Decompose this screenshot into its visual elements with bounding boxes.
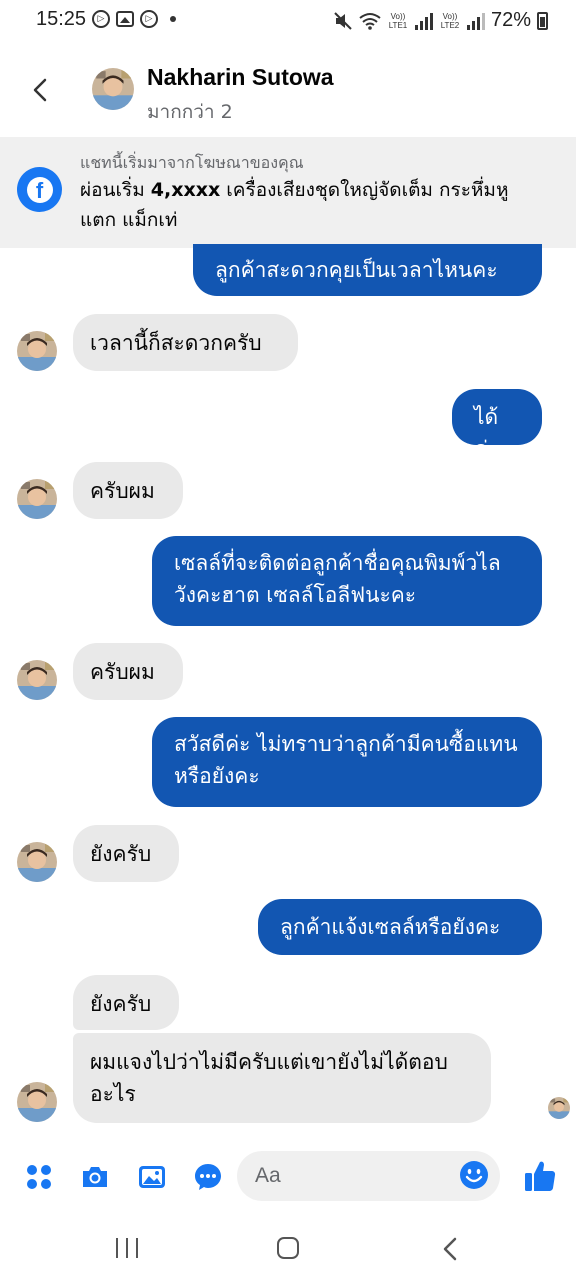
message-incoming[interactable]: เวลานี้ก็สะดวกครับ: [73, 314, 298, 371]
ad-text-prefix: ผ่อนเริ่ม: [80, 179, 151, 201]
sim1-label: Vo)) LTE1: [388, 11, 408, 30]
contact-avatar-small[interactable]: [17, 842, 57, 882]
system-status-icons: Vo)) LTE1 Vo)) LTE2 72%: [333, 9, 548, 32]
ad-caption: แชทนี้เริ่มมาจากโฆษณาของคุณ: [80, 153, 304, 172]
apps-icon: [27, 1165, 51, 1189]
back-arrow-icon: [33, 78, 47, 102]
ad-context-banner[interactable]: f แชทนี้เริ่มมาจากโฆษณาของคุณ ผ่อนเริ่ม …: [0, 137, 576, 248]
contact-avatar-small[interactable]: [17, 479, 57, 519]
apps-button[interactable]: [22, 1160, 56, 1194]
more-notifications-dot: [170, 16, 176, 22]
gallery-icon: [139, 1166, 165, 1188]
message-outgoing[interactable]: ได้ค่ะ: [452, 389, 542, 461]
battery-percent: 72%: [490, 9, 531, 31]
message-input-placeholder: Aa: [255, 1164, 281, 1187]
camera-button[interactable]: [78, 1160, 112, 1194]
status-bar: 15:25 ▷ ▷ Vo)) LTE1 Vo)) LTE2 72%: [0, 0, 576, 42]
chat-header: Nakharin Sutowa มากกว่า 2: [0, 42, 576, 137]
notification-icons: ▷ ▷: [92, 10, 176, 28]
message-incoming[interactable]: ครับผม: [73, 643, 183, 700]
media-notification-icon: ▷: [92, 10, 110, 28]
contact-avatar-small[interactable]: [17, 660, 57, 700]
status-time: 15:25: [36, 8, 87, 30]
mute-icon: [334, 11, 352, 30]
read-receipt-avatar: [548, 1097, 570, 1119]
home-button[interactable]: [277, 1237, 299, 1259]
thumbs-up-icon[interactable]: [523, 1159, 557, 1193]
media-notification-icon-2: ▷: [140, 10, 158, 28]
contact-status: มากกว่า 2: [147, 101, 233, 123]
signal-icon: [414, 12, 433, 30]
gallery-notification-icon: [116, 11, 134, 27]
gallery-button[interactable]: [135, 1160, 169, 1194]
camera-icon: [83, 1167, 107, 1187]
chat-bubble-icon: [195, 1164, 221, 1190]
recents-button[interactable]: [116, 1238, 138, 1258]
wifi-icon: [359, 12, 381, 30]
ad-text-price: 4,xxxx: [150, 179, 221, 201]
message-composer: Aa: [0, 1146, 576, 1206]
ad-text: ผ่อนเริ่ม 4,xxxx เครื่องเสียงชุดใหญ่จัดเ…: [80, 175, 550, 235]
contact-name[interactable]: Nakharin Sutowa: [147, 64, 334, 91]
contact-avatar-small[interactable]: [17, 1082, 57, 1122]
facebook-icon: f: [17, 167, 62, 212]
message-incoming[interactable]: ครับผม: [73, 462, 183, 519]
message-outgoing[interactable]: ลูกค้าสะดวกคุยเป็นเวลาไหนคะ: [193, 244, 542, 296]
chat-extension-button[interactable]: [191, 1160, 225, 1194]
message-input[interactable]: Aa: [237, 1151, 500, 1201]
contact-avatar[interactable]: [92, 68, 134, 110]
message-outgoing[interactable]: สวัสดีค่ะ ไม่ทราบว่าลูกค้ามีคนซื้อแทนหรื…: [152, 717, 542, 807]
back-button[interactable]: [24, 72, 56, 108]
message-incoming[interactable]: ผมแจงไปว่าไม่มีครับแต่เขายังไม่ได้ตอบอะไ…: [73, 1033, 491, 1123]
nav-back-icon[interactable]: [440, 1236, 460, 1262]
battery-icon: [537, 11, 548, 30]
sim2-label: Vo)) LTE2: [440, 11, 460, 30]
message-incoming[interactable]: ยังครับ: [73, 975, 179, 1030]
signal-icon-2: [466, 12, 485, 30]
message-incoming[interactable]: ยังครับ: [73, 825, 179, 882]
emoji-icon[interactable]: [459, 1160, 489, 1190]
android-nav-bar: [0, 1212, 576, 1280]
contact-avatar-small[interactable]: [17, 331, 57, 371]
message-outgoing[interactable]: เซลล์ที่จะติดต่อลูกค้าชื่อคุณพิมพ์วไล วั…: [152, 536, 542, 626]
message-outgoing[interactable]: ลูกค้าแจ้งเซลล์หรือยังคะ: [258, 899, 542, 955]
